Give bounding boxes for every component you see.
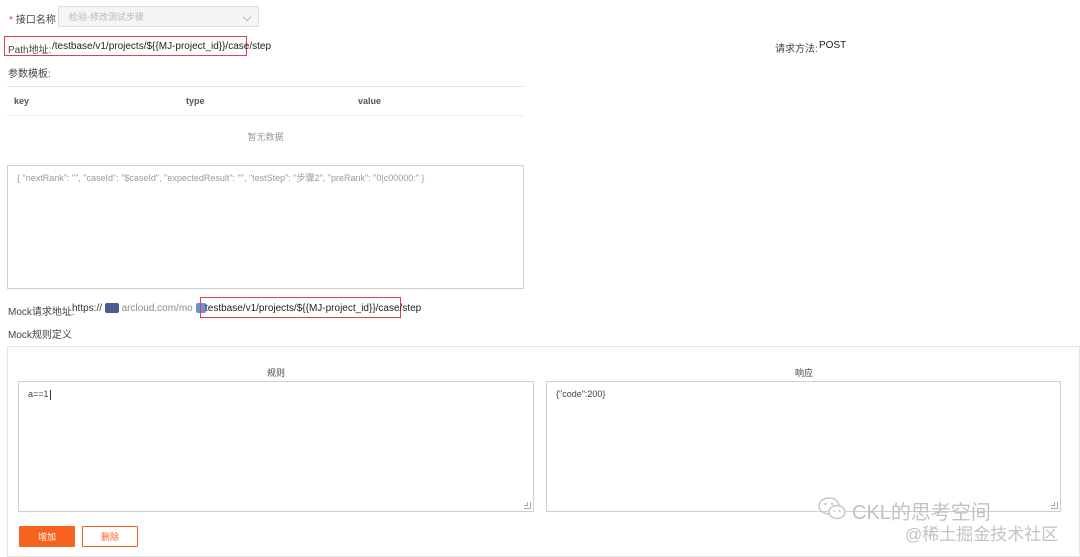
param-table-header: key type value: [7, 87, 524, 116]
rule-textarea[interactable]: a==1: [18, 381, 534, 512]
watermark-subtitle: @稀土掘金技术社区: [905, 525, 1059, 544]
method-value: POST: [819, 40, 847, 51]
mock-rules-label: Mock规则定义: [8, 330, 72, 341]
add-button[interactable]: 增加: [19, 526, 75, 547]
chevron-down-icon: [242, 12, 252, 22]
api-name-value: 检验-修改测试步骤: [69, 12, 144, 22]
path-value[interactable]: /testbase/v1/projects/${{MJ-project_id}}…: [52, 41, 271, 52]
wechat-logo-icon: [818, 496, 846, 522]
delete-button[interactable]: 删除: [82, 526, 138, 547]
column-key: key: [14, 96, 30, 106]
mock-address-prefix: https:// arcloud.com/mo: [72, 303, 206, 314]
column-type: type: [186, 96, 205, 106]
request-body-textarea[interactable]: { "nextRank": "", "caseId": "$caseId", "…: [7, 165, 524, 289]
rule-column-title: 规则: [266, 368, 285, 378]
mock-address-prefix-text: https://: [72, 303, 103, 314]
request-body-text: { "nextRank": "", "caseId": "$caseId", "…: [17, 173, 425, 183]
mock-address-mid-text: arcloud.com/mo: [121, 303, 193, 314]
api-name-label-text: 接口名称: [15, 15, 56, 26]
method-label: 请求方法:: [775, 44, 818, 55]
text-cursor: [49, 389, 51, 400]
mock-address-path[interactable]: testbase/v1/projects/${{MJ-project_id}}/…: [205, 303, 421, 314]
redacted-block: [104, 303, 119, 314]
mock-address-label: Mock请求地址:: [8, 307, 75, 318]
response-column-title: 响应: [794, 368, 813, 378]
api-name-select[interactable]: 检验-修改测试步骤: [58, 6, 259, 27]
rule-text: a==1: [28, 389, 49, 399]
param-table: key type value 暂无数据: [7, 86, 524, 152]
resize-handle-icon[interactable]: [524, 502, 531, 509]
api-name-label: * 接口名称: [9, 11, 56, 26]
required-star: *: [9, 15, 13, 26]
column-value: value: [358, 96, 382, 106]
resize-handle-icon[interactable]: [1051, 502, 1058, 509]
param-template-label: 参数模板:: [8, 69, 51, 80]
response-text: {"code":200}: [556, 389, 606, 399]
empty-state-text: 暂无数据: [247, 132, 284, 142]
path-label: Path地址:: [8, 45, 52, 56]
response-textarea[interactable]: {"code":200}: [546, 381, 1061, 512]
